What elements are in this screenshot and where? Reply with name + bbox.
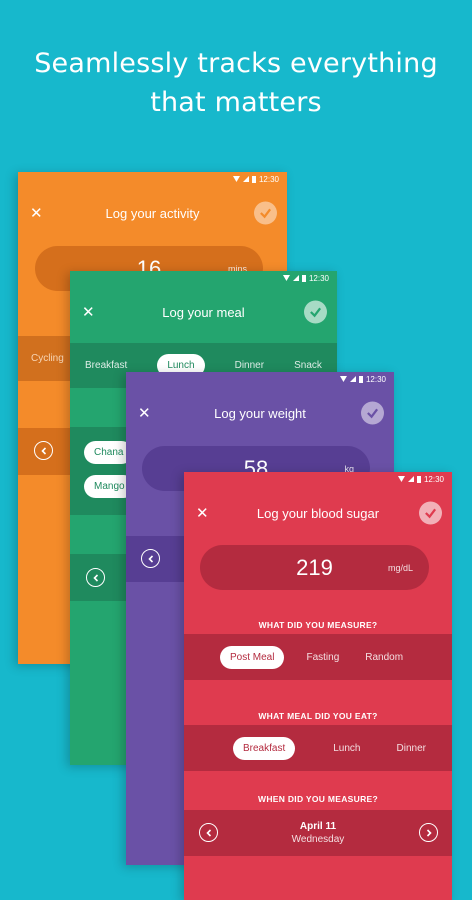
wifi-icon <box>282 275 290 281</box>
confirm-check-icon[interactable] <box>304 300 327 324</box>
meal-title: Log your meal <box>162 304 245 320</box>
option-random[interactable]: Random <box>365 652 403 663</box>
blood-sugar-value-input[interactable]: 219 mg/dL <box>200 545 429 590</box>
close-icon[interactable]: ✕ <box>138 404 151 422</box>
wifi-icon <box>339 376 347 382</box>
status-bar: 12:30 <box>397 472 444 486</box>
weight-nav-band <box>126 536 186 582</box>
blood-sugar-title: Log your blood sugar <box>256 505 380 521</box>
weight-title: Log your weight <box>214 405 306 421</box>
option-post-meal[interactable]: Post Meal <box>220 645 285 669</box>
next-date-icon[interactable] <box>419 823 438 842</box>
close-icon[interactable]: ✕ <box>196 504 209 522</box>
confirm-check-icon[interactable] <box>254 201 277 225</box>
prev-arrow-icon[interactable] <box>86 568 105 587</box>
activity-topbar: ✕ Log your activity <box>18 193 287 233</box>
status-bar: 12:30 <box>282 271 329 285</box>
status-time: 12:30 <box>258 174 279 184</box>
headline-line-1: Seamlessly tracks everything <box>34 48 438 79</box>
status-bar: 12:30 <box>339 372 386 386</box>
wifi-icon <box>397 476 405 482</box>
option-dinner[interactable]: Dinner <box>397 743 426 754</box>
battery-icon <box>358 375 363 383</box>
activity-title: Log your activity <box>105 205 200 221</box>
battery-icon <box>301 274 306 282</box>
battery-icon <box>416 475 421 483</box>
signal-icon <box>242 176 249 182</box>
signal-icon <box>292 275 299 281</box>
meal-topbar: ✕ Log your meal <box>70 292 337 332</box>
close-icon[interactable]: ✕ <box>30 204 43 222</box>
measure-section-label: WHAT DID YOU MEASURE? <box>258 620 378 630</box>
blood-sugar-unit: mg/dL <box>387 562 413 573</box>
weight-topbar: ✕ Log your weight <box>126 393 394 433</box>
date-value: April 11 <box>299 821 337 832</box>
signal-icon <box>349 376 356 382</box>
headline-line-2: that matters <box>150 87 322 118</box>
option-fasting[interactable]: Fasting <box>306 652 339 663</box>
when-section-label: WHEN DID YOU MEASURE? <box>258 794 378 804</box>
activity-nav-band <box>18 428 78 475</box>
status-time: 12:30 <box>365 374 386 384</box>
meal-nav-band <box>70 554 130 601</box>
weekday-value: Wednesday <box>291 834 345 845</box>
meal-items-band: Chana Mango <box>70 427 135 515</box>
tab-dinner[interactable]: Dinner <box>235 360 264 371</box>
option-lunch[interactable]: Lunch <box>333 743 360 754</box>
tab-snack[interactable]: Snack <box>294 360 322 371</box>
blood-sugar-card: 12:30 ✕ Log your blood sugar 219 mg/dL W… <box>184 472 452 900</box>
date-display: April 11 Wednesday <box>184 820 452 846</box>
status-time: 12:30 <box>423 474 444 484</box>
headline: Seamlessly tracks everything that matter… <box>0 44 472 122</box>
activity-chip[interactable]: Cycling <box>18 336 74 381</box>
confirm-check-icon[interactable] <box>361 401 384 425</box>
activity-chip-label: Cycling <box>31 353 64 364</box>
prev-arrow-icon[interactable] <box>34 441 53 460</box>
signal-icon <box>407 476 414 482</box>
prev-arrow-icon[interactable] <box>141 549 160 568</box>
battery-icon <box>251 175 256 183</box>
tab-breakfast[interactable]: Breakfast <box>85 360 127 371</box>
option-breakfast[interactable]: Breakfast <box>233 736 296 760</box>
status-bar: 12:30 <box>232 172 279 186</box>
measure-options: Post Meal Fasting Random <box>184 634 452 680</box>
date-picker: April 11 Wednesday <box>184 810 452 856</box>
meal-section-label: WHAT MEAL DID YOU EAT? <box>258 711 378 721</box>
status-time: 12:30 <box>308 273 329 283</box>
meal-options: Breakfast Lunch Dinner <box>184 725 452 771</box>
close-icon[interactable]: ✕ <box>82 303 95 321</box>
blood-sugar-value: 219 <box>296 554 333 580</box>
confirm-check-icon[interactable] <box>419 501 442 525</box>
wifi-icon <box>232 176 240 182</box>
blood-sugar-topbar: ✕ Log your blood sugar <box>184 493 452 533</box>
